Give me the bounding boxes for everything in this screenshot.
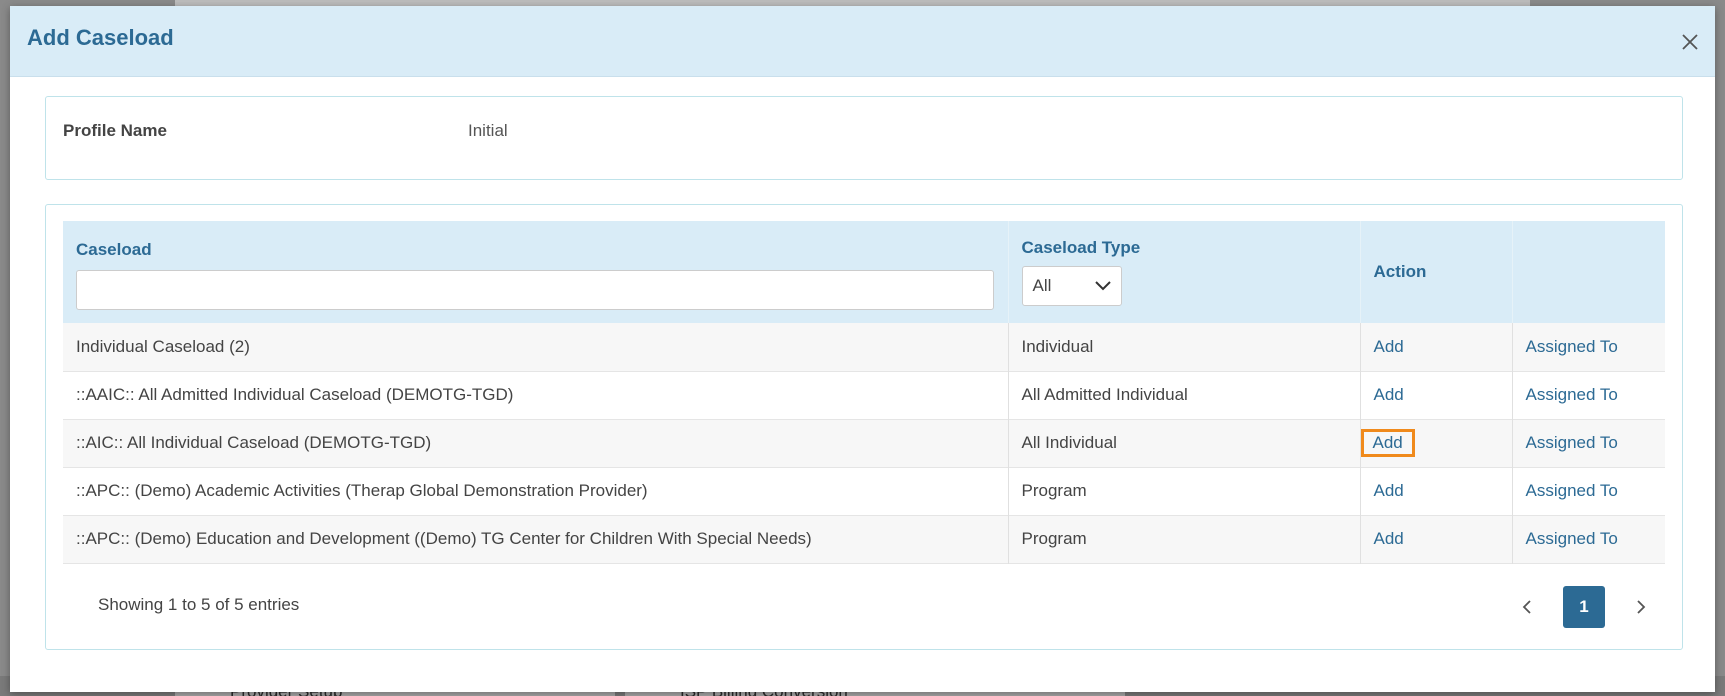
add-link[interactable]: Add — [1374, 529, 1404, 548]
chevron-right-icon — [1637, 600, 1646, 614]
previous-page-button[interactable] — [1506, 586, 1548, 628]
table-row: ::APC:: (Demo) Education and Development… — [63, 515, 1665, 563]
profile-name-value: Initial — [468, 121, 508, 140]
assigned-to-link[interactable]: Assigned To — [1526, 385, 1618, 404]
table-header-row: Caseload Caseload Type All Action — [63, 221, 1665, 323]
assigned-to-link[interactable]: Assigned To — [1526, 481, 1618, 500]
caseload-search-input[interactable] — [76, 270, 994, 310]
add-caseload-modal: Add Caseload Profile Name Initial Caselo… — [10, 6, 1715, 692]
caseload-name: ::APC:: (Demo) Academic Activities (Ther… — [63, 467, 1009, 515]
caseload-type: Program — [1008, 515, 1361, 563]
table-row: ::AAIC:: All Admitted Individual Caseloa… — [63, 371, 1665, 419]
caseload-name: ::AIC:: All Individual Caseload (DEMOTG-… — [63, 419, 1009, 467]
add-link[interactable]: Add — [1374, 385, 1404, 404]
column-header-caseload: Caseload — [63, 221, 1009, 323]
table-row: Individual Caseload (2) Individual Add A… — [63, 323, 1665, 371]
assigned-to-link[interactable]: Assigned To — [1526, 433, 1618, 452]
column-header-assigned — [1512, 221, 1665, 323]
caseload-table-card: Caseload Caseload Type All Action Indivi… — [45, 204, 1683, 650]
caseload-header-label: Caseload — [76, 240, 152, 259]
caseload-type: Individual — [1008, 323, 1361, 371]
chevron-left-icon — [1522, 600, 1531, 614]
caseload-type: All Individual — [1008, 419, 1361, 467]
chevron-down-icon — [1094, 281, 1111, 291]
caseload-type: All Admitted Individual — [1008, 371, 1361, 419]
profile-name-label: Profile Name — [63, 121, 167, 140]
next-page-button[interactable] — [1620, 586, 1662, 628]
close-button[interactable] — [1675, 27, 1705, 57]
caseload-type: Program — [1008, 467, 1361, 515]
pagination: 1 — [1506, 586, 1662, 628]
close-icon — [1682, 34, 1698, 50]
column-header-caseload-type: Caseload Type All — [1008, 221, 1361, 323]
add-link[interactable]: Add — [1374, 337, 1404, 356]
caseload-type-select[interactable]: All — [1021, 266, 1122, 306]
modal-title: Add Caseload — [27, 25, 174, 50]
assigned-to-link[interactable]: Assigned To — [1526, 337, 1618, 356]
add-link-highlighted[interactable]: Add — [1360, 429, 1415, 457]
caseload-table: Caseload Caseload Type All Action Indivi… — [63, 221, 1665, 564]
caseload-type-selected: All — [1032, 276, 1052, 295]
add-link[interactable]: Add — [1374, 481, 1404, 500]
column-header-action: Action — [1360, 221, 1513, 323]
profile-card: Profile Name Initial — [45, 96, 1683, 180]
assigned-to-link[interactable]: Assigned To — [1526, 529, 1618, 548]
page-number-button[interactable]: 1 — [1563, 586, 1605, 628]
caseload-type-header-label: Caseload Type — [1021, 238, 1141, 257]
caseload-name: ::AAIC:: All Admitted Individual Caseloa… — [63, 371, 1009, 419]
entries-info: Showing 1 to 5 of 5 entries — [98, 595, 300, 614]
table-row: ::APC:: (Demo) Academic Activities (Ther… — [63, 467, 1665, 515]
table-row: ::AIC:: All Individual Caseload (DEMOTG-… — [63, 419, 1665, 467]
caseload-name: ::APC:: (Demo) Education and Development… — [63, 515, 1009, 563]
modal-header: Add Caseload — [10, 6, 1715, 77]
caseload-name: Individual Caseload (2) — [63, 323, 1009, 371]
